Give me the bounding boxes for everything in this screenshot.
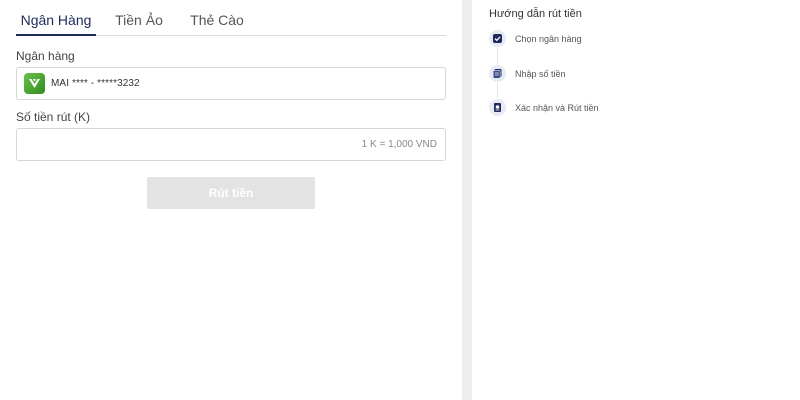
tab-bank[interactable]: Ngân Hàng [16, 4, 96, 36]
checkmark-icon [489, 30, 506, 47]
step-label: Nhập số tiền [515, 68, 566, 79]
withdraw-guide-panel: Hướng dẫn rút tiền Chọn ngân hàng Nhập s… [472, 0, 800, 400]
guide-step-enter-amount: Nhập số tiền [489, 65, 566, 82]
panel-divider [462, 0, 472, 400]
bank-label: Ngân hàng [16, 49, 75, 63]
document-icon [489, 65, 506, 82]
guide-step-select-bank: Chọn ngân hàng [489, 30, 582, 47]
amount-input[interactable] [16, 128, 446, 161]
bank-account-text: MAI **** - *****3232 [51, 78, 140, 89]
withdraw-form-panel: Ngân Hàng Tiền Ảo Thẻ Cào Ngân hàng MAI … [0, 0, 462, 400]
amount-label: Số tiền rút (K) [16, 110, 91, 124]
step-label: Xác nhận và Rút tiền [515, 102, 599, 113]
confirm-icon [489, 99, 506, 116]
step-connector [497, 48, 498, 64]
tab-card[interactable]: Thẻ Cào [182, 4, 252, 36]
withdraw-button[interactable]: Rút tiền [147, 177, 315, 209]
bank-select[interactable]: MAI **** - *****3232 [16, 67, 446, 100]
tab-crypto[interactable]: Tiền Ảo [96, 4, 182, 36]
bank-logo-icon [24, 73, 45, 94]
step-connector [497, 83, 498, 98]
guide-step-confirm: Xác nhận và Rút tiền [489, 99, 599, 116]
payment-method-tabs: Ngân Hàng Tiền Ảo Thẻ Cào [16, 4, 446, 36]
guide-title: Hướng dẫn rút tiền [489, 8, 582, 20]
step-label: Chọn ngân hàng [515, 33, 582, 44]
